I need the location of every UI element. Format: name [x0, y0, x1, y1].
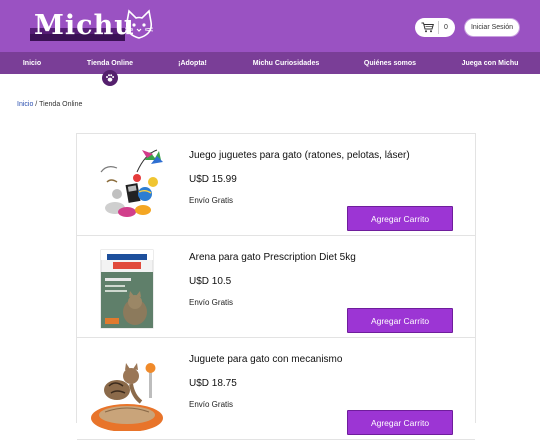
cart-divider [438, 21, 439, 34]
product-title[interactable]: Juguete para gato con mecanismo [189, 354, 342, 365]
cat-face-icon [124, 9, 154, 39]
shopping-cart-icon [421, 22, 434, 33]
product-title[interactable]: Juego juguetes para gato (ratones, pelot… [189, 150, 410, 161]
product-card: Arena para gato Prescription Diet 5kg U$… [77, 236, 475, 338]
cart-count: 0 [444, 24, 448, 31]
product-shipping: Envío Gratis [189, 298, 234, 307]
product-price: U$D 15.99 [189, 174, 237, 185]
nav-item-quienes-somos[interactable]: Quiénes somos [356, 52, 424, 74]
nav-item-adopta[interactable]: ¡Adopta! [170, 52, 215, 74]
nav-item-inicio[interactable]: Inicio [12, 52, 52, 74]
breadcrumb: Inicio / Tienda Online [17, 101, 82, 108]
product-title[interactable]: Arena para gato Prescription Diet 5kg [189, 252, 356, 263]
cat-toys-image[interactable] [87, 142, 167, 227]
product-card: Juguete para gato con mecanismo U$D 18.7… [77, 338, 475, 440]
cart-button[interactable]: 0 [415, 18, 455, 37]
site-header: Michu 0 Iniciar Sesión [0, 0, 540, 52]
cat-food-bag-image[interactable] [87, 244, 167, 329]
nav-item-michu-curiosidades[interactable]: Michu Curiosidades [246, 52, 326, 74]
add-to-cart-button[interactable]: Agregar Carrito [347, 410, 453, 435]
product-card: Juego juguetes para gato (ratones, pelot… [77, 134, 475, 236]
main-nav: Inicio Tienda Online ¡Adopta! Michu Curi… [0, 52, 540, 74]
product-shipping: Envío Gratis [189, 196, 234, 205]
paw-icon [102, 70, 118, 86]
add-to-cart-button[interactable]: Agregar Carrito [347, 308, 453, 333]
login-button[interactable]: Iniciar Sesión [465, 19, 519, 36]
cat-scratcher-image[interactable] [87, 346, 167, 432]
product-price: U$D 18.75 [189, 378, 237, 389]
breadcrumb-home-link[interactable]: Inicio [17, 101, 33, 108]
product-price: U$D 10.5 [189, 276, 232, 287]
product-list: Juego juguetes para gato (ratones, pelot… [76, 133, 476, 440]
nav-item-juega-con-michu[interactable]: Juega con Michu [455, 52, 525, 74]
breadcrumb-current: Tienda Online [39, 101, 83, 108]
add-to-cart-button[interactable]: Agregar Carrito [347, 206, 453, 231]
logo-text: Michu [34, 10, 135, 41]
michu-logo[interactable]: Michu [30, 8, 160, 44]
